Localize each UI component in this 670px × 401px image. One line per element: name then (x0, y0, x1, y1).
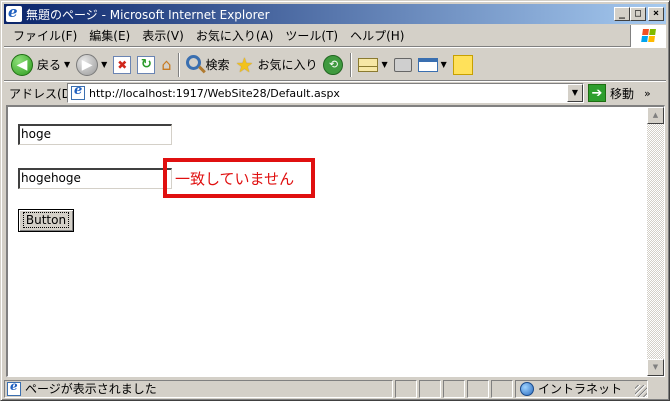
status-bar: ページが表示されました イントラネット (4, 379, 666, 398)
scroll-up-icon[interactable]: ▲ (647, 107, 664, 124)
history-icon: ⟲ (323, 54, 344, 75)
ie-window: 無題のページ - Microsoft Internet Explorer _ □… (0, 0, 670, 401)
security-zone-pane[interactable]: イントラネット (515, 379, 648, 398)
intranet-globe-icon (520, 381, 534, 396)
mail-dropdown-icon[interactable]: ▼ (381, 60, 387, 69)
mail-button[interactable]: ▼ (355, 51, 390, 79)
back-arrow-icon: ◀ (11, 53, 33, 76)
menu-edit[interactable]: 編集(E) (83, 27, 136, 44)
status-pane (491, 379, 513, 398)
status-pane (467, 379, 489, 398)
discuss-button[interactable] (450, 51, 476, 79)
links-chevron-icon[interactable]: » (644, 87, 651, 100)
favorites-label: お気に入り (257, 58, 318, 72)
status-pane (443, 379, 465, 398)
title-bar[interactable]: 無題のページ - Microsoft Internet Explorer _ □… (4, 3, 666, 24)
address-bar: アドレス(D) http://localhost:1917/WebSite28/… (4, 82, 666, 104)
favorites-button[interactable]: ★ お気に入り (233, 51, 321, 79)
edit-icon (417, 57, 438, 72)
address-url[interactable]: http://localhost:1917/WebSite28/Default.… (89, 87, 340, 100)
window-controls: _ □ × (614, 7, 664, 21)
windows-logo-icon (630, 24, 666, 47)
menu-file[interactable]: ファイル(F) (4, 27, 83, 44)
address-label: アドレス(D) (9, 86, 76, 101)
window-title: 無題のページ - Microsoft Internet Explorer (26, 7, 270, 22)
menu-view[interactable]: 表示(V) (136, 27, 190, 44)
status-page-icon (7, 379, 21, 396)
back-button[interactable]: ◀ 戻る ▼ (8, 51, 73, 79)
stop-button[interactable]: ✖ (110, 51, 134, 79)
edit-button[interactable]: ▼ (415, 51, 450, 79)
textbox-2[interactable]: hogehoge (18, 168, 172, 189)
web-page: hoge hogehoge 一致していません Button (8, 107, 647, 377)
maximize-button[interactable]: □ (630, 7, 646, 21)
page-viewport: hoge hogehoge 一致していません Button ▲ ▼ (6, 105, 665, 377)
resize-grip-icon[interactable] (635, 384, 647, 397)
address-dropdown-icon[interactable]: ▼ (567, 84, 583, 102)
submit-button-label: Button (22, 212, 70, 228)
menu-bar: ファイル(F) 編集(E) 表示(V) お気に入り(A) ツール(T) ヘルプ(… (4, 24, 666, 47)
forward-arrow-icon: ▶ (76, 53, 99, 76)
scroll-down-icon[interactable]: ▼ (647, 359, 664, 376)
vertical-scrollbar[interactable]: ▲ ▼ (647, 107, 664, 376)
mail-icon (358, 57, 379, 72)
page-icon (71, 83, 85, 100)
refresh-button[interactable]: ↻ (134, 51, 158, 79)
ie-logo-icon[interactable] (6, 3, 22, 22)
close-button[interactable]: × (648, 7, 664, 21)
zone-label: イントラネット (538, 382, 623, 396)
status-pane (395, 379, 417, 398)
menu-favorites[interactable]: お気に入り(A) (190, 27, 280, 44)
toolbar-separator (178, 52, 180, 77)
print-button[interactable] (391, 51, 415, 79)
status-main-pane: ページが表示されました (4, 379, 393, 398)
status-text: ページが表示されました (25, 382, 157, 396)
go-arrow-icon: ➔ (588, 84, 606, 102)
address-input[interactable]: http://localhost:1917/WebSite28/Default.… (67, 83, 584, 103)
standard-toolbar: ◀ 戻る ▼ ▶ ▼ ✖ ↻ ⌂ 検索 ★ お気に入り ⟲ ▼ ▼ (4, 49, 666, 81)
refresh-icon: ↻ (137, 55, 156, 74)
go-label: 移動 (610, 86, 635, 101)
favorites-star-icon: ★ (235, 52, 254, 77)
validation-highlight-box: 一致していません (163, 158, 315, 198)
search-label: 検索 (205, 58, 230, 72)
menu-help[interactable]: ヘルプ(H) (344, 27, 410, 44)
stop-icon: ✖ (113, 55, 132, 74)
forward-dropdown-icon[interactable]: ▼ (101, 60, 107, 69)
home-icon: ⌂ (161, 55, 172, 74)
print-icon (393, 57, 412, 72)
back-dropdown-icon[interactable]: ▼ (64, 60, 70, 69)
search-icon (186, 55, 202, 70)
status-pane (419, 379, 441, 398)
history-button[interactable]: ⟲ (320, 51, 346, 79)
search-button[interactable]: 検索 (183, 51, 232, 79)
menu-tools[interactable]: ツール(T) (279, 27, 344, 44)
textbox-1[interactable]: hoge (18, 124, 172, 145)
forward-button[interactable]: ▶ ▼ (73, 51, 110, 79)
validation-message: 一致していません (175, 169, 295, 188)
note-icon (452, 54, 473, 75)
minimize-button[interactable]: _ (614, 7, 630, 21)
edit-dropdown-icon[interactable]: ▼ (441, 60, 447, 69)
submit-button[interactable]: Button (18, 209, 74, 232)
go-button[interactable]: ➔ 移動 (588, 84, 634, 102)
back-label: 戻る (37, 58, 62, 72)
home-button[interactable]: ⌂ (158, 51, 174, 79)
toolbar-separator (350, 52, 352, 77)
